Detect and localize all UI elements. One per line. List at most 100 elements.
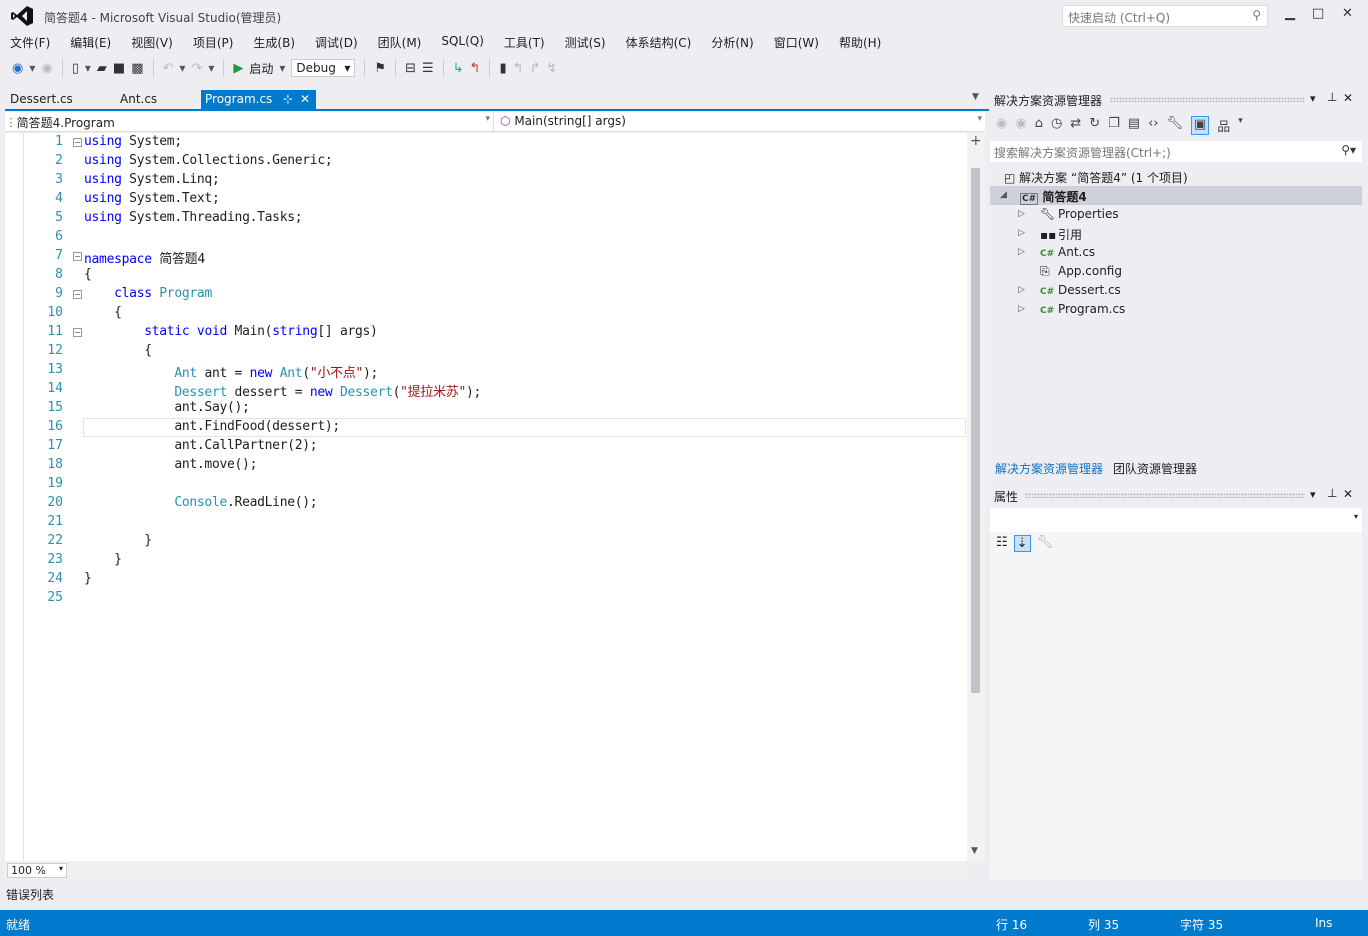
refresh-icon[interactable]: ↻ xyxy=(1089,116,1100,135)
expand-icon[interactable]: ▷ xyxy=(1018,285,1025,295)
vertical-scrollbar[interactable]: + ▼ xyxy=(967,133,985,861)
prev-bookmark-icon[interactable]: ↰ xyxy=(513,61,524,76)
properties-object-select[interactable]: ▾ xyxy=(990,508,1362,532)
tree-item[interactable]: ▷ 🔧︎ Properties xyxy=(990,205,1362,224)
find-icon[interactable]: ⚑ xyxy=(374,61,386,76)
tab-team-explorer[interactable]: 团队资源管理器 xyxy=(1113,460,1197,476)
show-all-files-icon[interactable]: ▤ xyxy=(1128,116,1140,135)
zoom-dropdown[interactable]: 100 % ▾ xyxy=(7,863,67,878)
tree-item[interactable]: ▷ ▪▪ 引用 xyxy=(990,224,1362,243)
save-all-icon[interactable]: ▩ xyxy=(131,61,143,76)
tab-solution-explorer[interactable]: 解决方案资源管理器 xyxy=(995,460,1103,476)
configuration-select[interactable]: Debug ▾ xyxy=(291,59,356,77)
step-out-icon[interactable]: ↰ xyxy=(470,61,481,76)
preview-icon[interactable]: ▣ xyxy=(1190,116,1210,135)
start-button[interactable]: 启动 xyxy=(249,60,273,77)
menu-item[interactable]: 项目(P) xyxy=(183,32,244,52)
tree-item-project[interactable]: ◢ C# 简答题4 xyxy=(990,186,1362,205)
tab-overflow-icon[interactable]: ▼ xyxy=(972,92,979,102)
undo-icon[interactable]: ↶ xyxy=(163,61,174,76)
clear-bookmarks-icon[interactable]: ↯ xyxy=(546,61,557,76)
view-code-icon[interactable]: ‹› xyxy=(1148,116,1158,135)
save-icon[interactable]: ■ xyxy=(113,61,125,76)
pin-icon[interactable]: ⊥ xyxy=(1327,486,1337,500)
redo-icon[interactable]: ↷ xyxy=(191,61,202,76)
error-list-tab[interactable]: 错误列表 xyxy=(6,886,54,903)
expand-icon[interactable]: ▷ xyxy=(1018,209,1025,219)
collapse-all-icon[interactable]: ❐ xyxy=(1108,116,1120,135)
step-into-icon[interactable]: ↳ xyxy=(453,61,464,76)
dropdown-icon[interactable]: ▾ xyxy=(85,61,91,75)
type-dropdown[interactable]: ⵗ 简答题4.Program ▾ xyxy=(5,112,494,131)
expand-icon[interactable]: ▷ xyxy=(1018,228,1025,238)
menu-item[interactable]: 分析(N) xyxy=(701,32,763,52)
tree-item[interactable]: ▷ C# Ant.cs xyxy=(990,243,1362,262)
class-diagram-icon[interactable]: 品 xyxy=(1217,116,1230,135)
alphabetical-icon[interactable]: ⇣ xyxy=(1013,535,1031,552)
menu-item[interactable]: 体系结构(C) xyxy=(616,32,702,52)
menu-item[interactable]: SQL(Q) xyxy=(431,32,494,52)
categorized-icon[interactable]: ☷ xyxy=(996,535,1008,552)
back-icon[interactable]: ◉ xyxy=(996,116,1007,135)
pending-changes-icon[interactable]: ◷ xyxy=(1051,116,1062,135)
tree-item[interactable]: ▷ C# Dessert.cs xyxy=(990,281,1362,300)
maximize-button[interactable]: □ xyxy=(1312,6,1324,21)
menu-item[interactable]: 测试(S) xyxy=(555,32,616,52)
forward-icon[interactable]: ◉ xyxy=(1015,116,1026,135)
properties-icon[interactable]: 🔧︎ xyxy=(1166,116,1183,135)
pin-icon[interactable]: ⊥ xyxy=(1327,90,1337,104)
menu-item[interactable]: 文件(F) xyxy=(0,32,60,52)
close-button[interactable]: ✕ xyxy=(1342,6,1353,21)
indent-icon[interactable]: ⊟ xyxy=(405,61,416,76)
expanded-icon[interactable]: ◢ xyxy=(1000,190,1007,200)
dropdown-icon[interactable]: ▾ xyxy=(179,61,185,75)
property-pages-icon[interactable]: 🔧︎ xyxy=(1037,535,1054,552)
menu-item[interactable]: 工具(T) xyxy=(494,32,555,52)
menu-item[interactable]: 编辑(E) xyxy=(60,32,121,52)
expand-icon[interactable]: ▷ xyxy=(1018,247,1025,257)
expand-icon[interactable]: ▷ xyxy=(1018,304,1025,314)
comment-icon[interactable]: ☰ xyxy=(422,61,434,76)
tab-dessert-cs[interactable]: Dessert.cs xyxy=(6,90,77,110)
close-panel-icon[interactable]: ✕ xyxy=(1343,487,1353,501)
member-dropdown[interactable]: ⬡ Main(string[] args) ▾ xyxy=(496,112,985,131)
tab-program-cs[interactable]: Program.cs ⊹ ✕ xyxy=(201,90,316,110)
pin-icon[interactable]: ⊹ xyxy=(283,92,293,106)
collapse-icon[interactable]: − xyxy=(73,290,82,299)
collapse-icon[interactable]: − xyxy=(73,328,82,337)
forward-icon[interactable]: ◉ xyxy=(41,61,52,76)
tree-item[interactable]: ⎘ App.config xyxy=(990,262,1362,281)
start-icon[interactable]: ▶ xyxy=(233,61,243,76)
scrollbar-thumb[interactable] xyxy=(971,168,980,693)
bookmark-icon[interactable]: ▮ xyxy=(499,61,506,76)
horizontal-scrollbar[interactable]: 100 % ▾ xyxy=(5,861,967,879)
minimize-button[interactable]: ▁ xyxy=(1285,6,1295,21)
collapse-icon[interactable]: − xyxy=(73,252,82,261)
close-tab-icon[interactable]: ✕ xyxy=(300,92,310,106)
dropdown-icon[interactable]: ▾ xyxy=(208,61,214,75)
menu-item[interactable]: 生成(B) xyxy=(243,32,305,52)
menu-item[interactable]: 视图(V) xyxy=(121,32,183,52)
tab-ant-cs[interactable]: Ant.cs xyxy=(116,90,161,110)
dropdown-icon[interactable]: ▾ xyxy=(1238,116,1243,135)
tree-item-solution[interactable]: ◰ 解决方案 “简答题4” (1 个项目) xyxy=(990,167,1362,186)
menu-item[interactable]: 窗口(W) xyxy=(764,32,829,52)
solution-explorer-search[interactable]: 搜索解决方案资源管理器(Ctrl+;) ⚲▾ xyxy=(990,141,1362,162)
dropdown-icon[interactable]: ▾ xyxy=(29,61,35,75)
menu-item[interactable]: 调试(D) xyxy=(305,32,368,52)
open-file-icon[interactable]: ▰ xyxy=(97,61,107,76)
quick-launch-input[interactable]: 快速启动 (Ctrl+Q) ⚲ xyxy=(1062,5,1268,27)
sync-icon[interactable]: ⇄ xyxy=(1070,116,1081,135)
dropdown-icon[interactable]: ▾ xyxy=(279,61,285,75)
next-bookmark-icon[interactable]: ↱ xyxy=(530,61,541,76)
new-project-icon[interactable]: ▯ xyxy=(72,61,79,76)
scroll-down-icon[interactable]: ▼ xyxy=(971,846,978,856)
menu-item[interactable]: 团队(M) xyxy=(368,32,432,52)
close-panel-icon[interactable]: ✕ xyxy=(1343,91,1353,105)
back-icon[interactable]: ◉ xyxy=(12,61,23,76)
split-icon[interactable]: + xyxy=(970,133,982,149)
menu-item[interactable]: 帮助(H) xyxy=(829,32,891,52)
collapse-icon[interactable]: − xyxy=(73,138,82,147)
tree-item[interactable]: ▷ C# Program.cs xyxy=(990,300,1362,319)
home-icon[interactable]: ⌂ xyxy=(1035,116,1043,135)
